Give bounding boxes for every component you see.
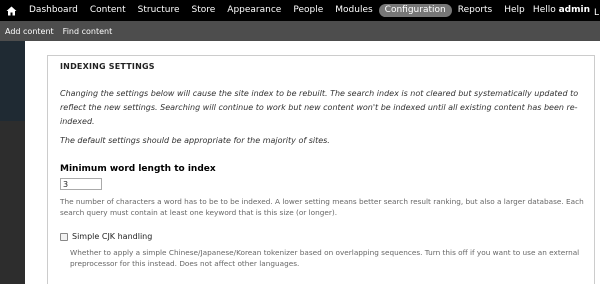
min-word-length-description: The number of characters a word has to b… [60, 197, 584, 217]
toolbar-item-help[interactable]: Help [498, 0, 531, 21]
page-background-header [0, 41, 25, 121]
indexing-description: Changing the settings below will cause t… [60, 89, 579, 126]
toolbar-item-configuration[interactable]: Configuration [378, 4, 452, 17]
cjk-description: Whether to apply a simple Chinese/Japane… [70, 248, 580, 268]
toolbar-item-structure[interactable]: Structure [132, 0, 186, 21]
home-icon[interactable] [3, 0, 19, 21]
admin-toolbar: Dashboard Content Structure Store Appear… [0, 0, 600, 21]
shortcut-bar: Add content Find content [0, 21, 600, 41]
username-link[interactable]: admin [559, 5, 590, 15]
toolbar-item-dashboard[interactable]: Dashboard [23, 0, 84, 21]
indexing-settings-fieldset: INDEXING SETTINGS Changing the settings … [47, 55, 595, 284]
logout-link-clipped[interactable]: L [594, 0, 600, 21]
default-settings-note: The default settings should be appropria… [60, 136, 330, 145]
logout-link-fragment: L [594, 8, 600, 18]
cjk-checkbox[interactable] [60, 232, 68, 241]
toolbar-item-people[interactable]: People [287, 0, 329, 21]
cjk-row: Simple CJK handling [60, 232, 152, 241]
toolbar-item-modules[interactable]: Modules [329, 0, 378, 21]
overlay-panel: INDEXING SETTINGS Changing the settings … [25, 41, 600, 284]
shortcut-find-content[interactable]: Find content [63, 27, 113, 36]
min-word-length-input[interactable] [60, 178, 102, 190]
toolbar-item-reports[interactable]: Reports [452, 0, 499, 21]
cjk-label[interactable]: Simple CJK handling [72, 232, 152, 241]
fieldset-legend: INDEXING SETTINGS [60, 62, 155, 71]
user-greeting: Hello admin [533, 0, 590, 21]
toolbar-item-appearance[interactable]: Appearance [221, 0, 287, 21]
toolbar-item-store[interactable]: Store [186, 0, 222, 21]
toolbar-menu: Dashboard Content Structure Store Appear… [23, 0, 531, 21]
shortcut-add-content[interactable]: Add content [5, 27, 54, 36]
min-word-length-label: Minimum word length to index [60, 164, 216, 174]
greeting-prefix: Hello [532, 5, 556, 15]
toolbar-item-content[interactable]: Content [84, 0, 132, 21]
